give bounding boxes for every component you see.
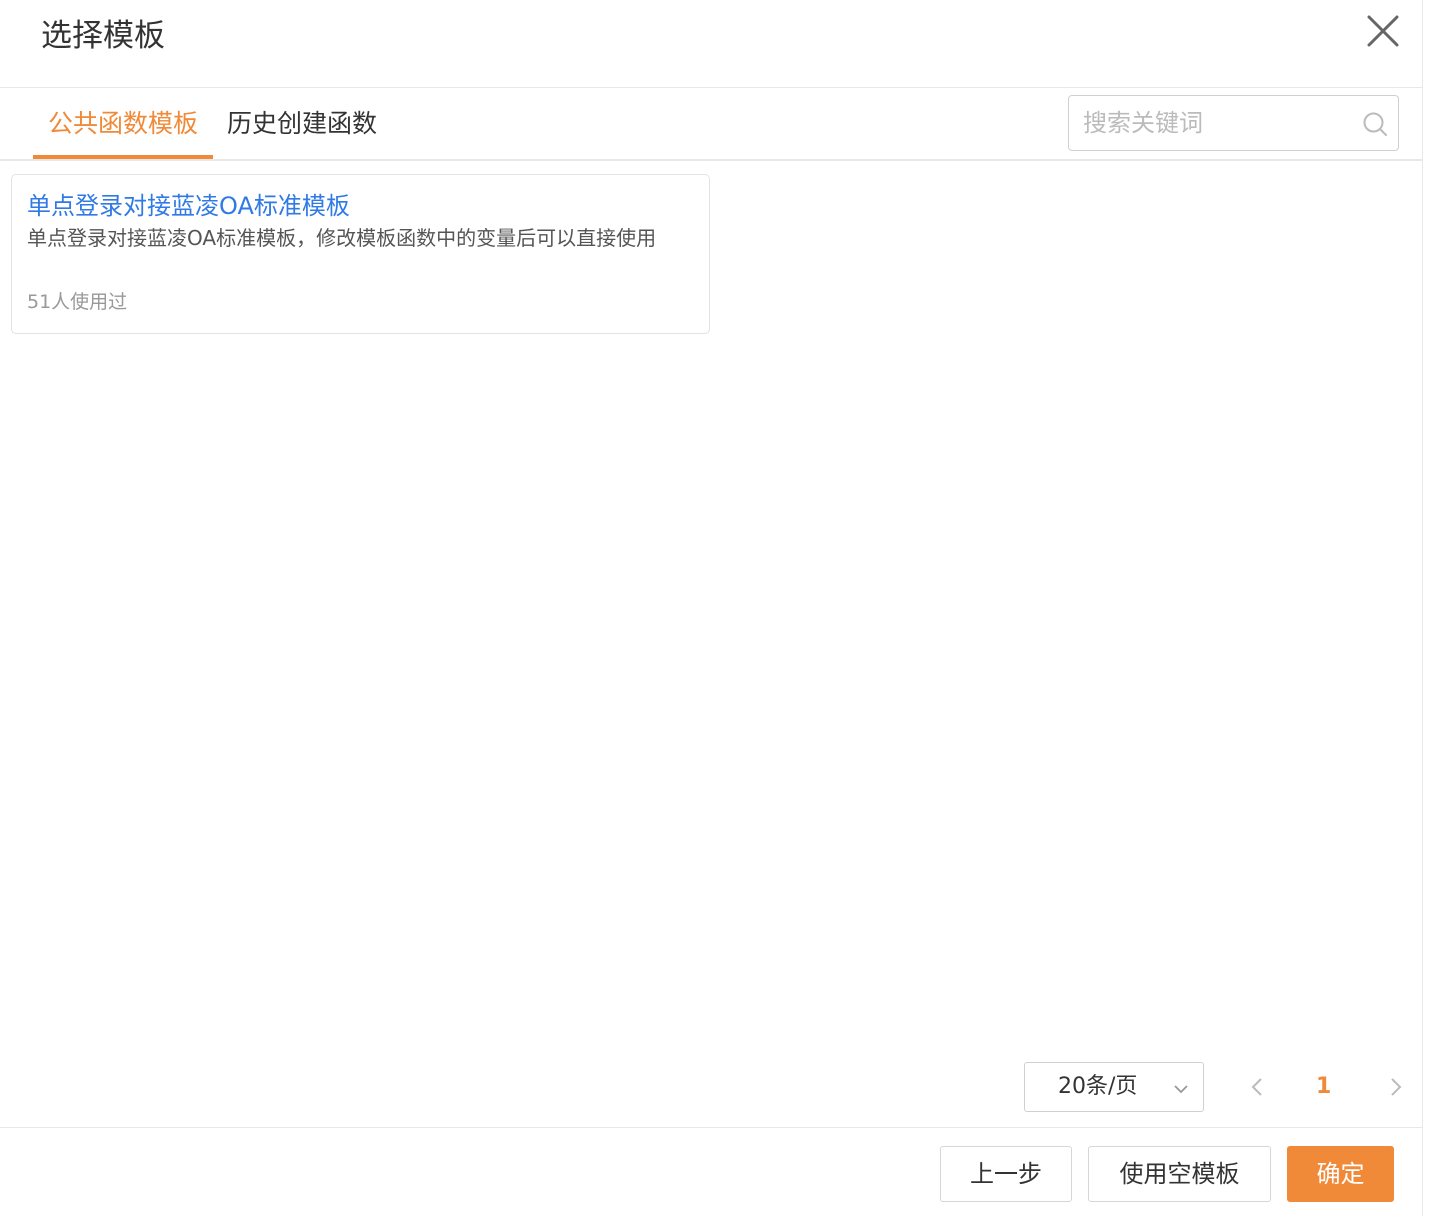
page-size-value: 20条/页 bbox=[1058, 1074, 1138, 1099]
chevron-down-icon bbox=[1174, 1085, 1188, 1094]
tab-bar: 公共函数模板 历史创建函数 bbox=[0, 88, 1423, 161]
dialog-header: 选择模板 bbox=[0, 0, 1423, 88]
scrollbar[interactable] bbox=[1422, 0, 1440, 1216]
chevron-left-icon[interactable] bbox=[1248, 1076, 1266, 1098]
close-button[interactable] bbox=[1364, 12, 1402, 50]
use-blank-template-button[interactable]: 使用空模板 bbox=[1088, 1146, 1271, 1202]
template-card[interactable]: 单点登录对接蓝凌OA标准模板 单点登录对接蓝凌OA标准模板，修改模板函数中的变量… bbox=[11, 174, 710, 334]
search-icon[interactable] bbox=[1362, 111, 1388, 137]
close-icon bbox=[1367, 15, 1399, 47]
dialog-title: 选择模板 bbox=[41, 18, 165, 54]
template-dialog: 选择模板 公共函数模板 历史创建函数 单点登录对接蓝凌OA标准模板 单点登录对接… bbox=[0, 0, 1423, 1216]
search-input[interactable] bbox=[1083, 104, 1353, 142]
page-size-select[interactable]: 20条/页 bbox=[1024, 1062, 1204, 1112]
tab-public-templates[interactable]: 公共函数模板 bbox=[48, 102, 198, 146]
active-tab-indicator bbox=[33, 155, 213, 159]
template-usage-count: 51人使用过 bbox=[27, 291, 128, 313]
template-description: 单点登录对接蓝凌OA标准模板，修改模板函数中的变量后可以直接使用 bbox=[27, 226, 657, 250]
template-title[interactable]: 单点登录对接蓝凌OA标准模板 bbox=[27, 189, 350, 223]
search-box bbox=[1068, 95, 1399, 151]
tab-history-functions[interactable]: 历史创建函数 bbox=[227, 102, 377, 146]
dialog-footer: 上一步 使用空模板 确定 bbox=[0, 1127, 1423, 1217]
confirm-button[interactable]: 确定 bbox=[1287, 1146, 1394, 1202]
previous-step-button[interactable]: 上一步 bbox=[940, 1146, 1072, 1202]
page-number-current[interactable]: 1 bbox=[1316, 1071, 1331, 1103]
chevron-right-icon[interactable] bbox=[1387, 1076, 1405, 1098]
